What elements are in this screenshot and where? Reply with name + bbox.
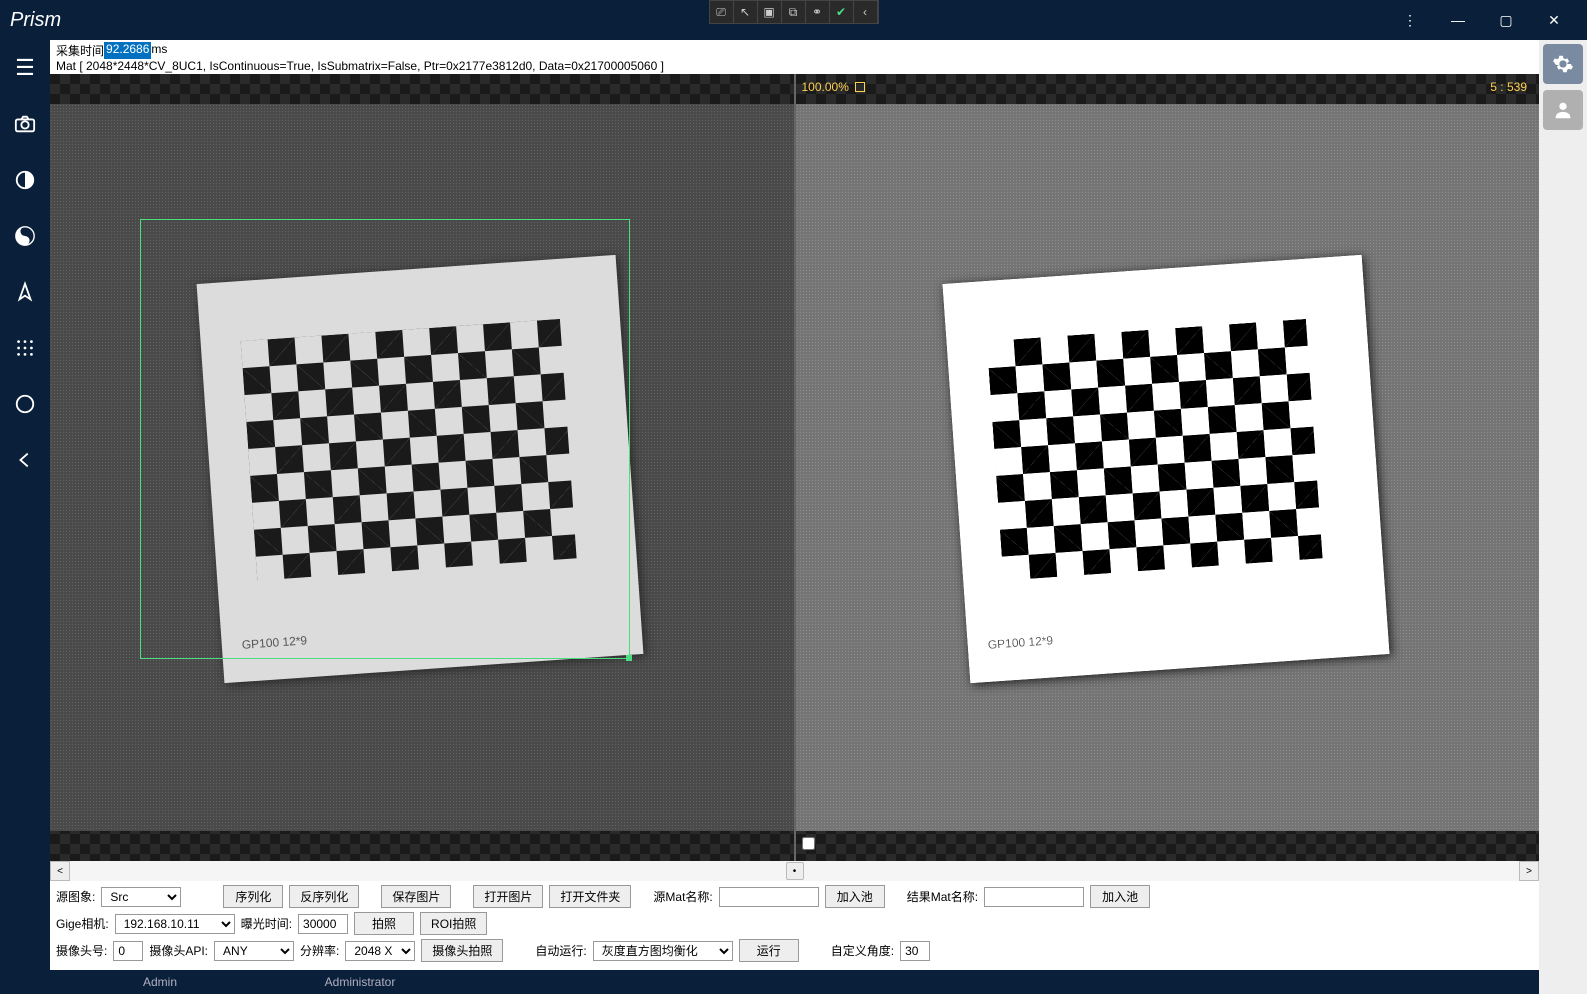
control-row-1: 源图象: Src 序列化 反序列化 保存图片 打开图片 打开文件夹 源Mat名称… (56, 885, 1533, 908)
link-icon[interactable]: ⚭ (806, 1, 830, 23)
open-image-button[interactable]: 打开图片 (473, 885, 543, 908)
capture-time-unit: ms (151, 42, 167, 59)
scrollbar-row: < • > (50, 861, 1539, 881)
src-mat-input[interactable] (719, 887, 819, 907)
coord-overlay: 5 : 539 (1490, 80, 1527, 94)
capture-time-label: 采集时间 (56, 42, 104, 59)
screen-record-icon[interactable]: ⎚ (710, 1, 734, 23)
auto-run-select[interactable]: 灰度直方图均衡化 (593, 941, 733, 961)
crop-icon[interactable]: ⧉ (782, 1, 806, 23)
capture-button[interactable]: 拍照 (354, 912, 414, 935)
open-folder-button[interactable]: 打开文件夹 (549, 885, 631, 908)
serialize-button[interactable]: 序列化 (223, 885, 283, 908)
sidebar-left: ☰ (0, 40, 50, 994)
src-mat-label: 源Mat名称: (653, 888, 712, 905)
control-row-3: 摄像头号: 摄像头API: ANY 分辨率: 2048 X 1: 摄像头拍照 自… (56, 939, 1533, 962)
chevron-left-icon[interactable] (7, 442, 43, 478)
yin-yang-icon[interactable] (7, 218, 43, 254)
app-title: Prism (10, 9, 61, 32)
result-mat-input[interactable] (984, 887, 1084, 907)
camera-id-label: 摄像头号: (56, 942, 107, 959)
more-button[interactable]: ⋮ (1387, 4, 1433, 36)
viewer-area: GP100 12*9 100.00% 5 : 539 (50, 74, 1539, 861)
user-button[interactable] (1543, 90, 1583, 130)
roi-rectangle[interactable] (140, 219, 630, 659)
fit-icon[interactable] (855, 82, 865, 92)
menu-icon[interactable]: ☰ (7, 50, 43, 86)
controls-panel: 源图象: Src 序列化 反序列化 保存图片 打开图片 打开文件夹 源Mat名称… (50, 881, 1539, 970)
zoom-overlay: 100.00% (802, 80, 865, 94)
circle-icon[interactable] (7, 386, 43, 422)
content-area: 采集时间 92.2686 ms Mat [ 2048*2448*CV_8UC1,… (50, 40, 1539, 994)
resolution-select[interactable]: 2048 X 1: (345, 941, 415, 961)
scroll-dot[interactable]: • (786, 862, 804, 880)
custom-angle-input[interactable] (900, 941, 930, 961)
gige-camera-label: Gige相机: (56, 915, 109, 932)
calibration-sheet-right: GP100 12*9 (942, 255, 1389, 683)
sheet-label-right: GP100 12*9 (987, 633, 1053, 652)
chevron-left-small-icon[interactable]: ‹ (854, 1, 878, 23)
result-mat-label: 结果Mat名称: (907, 888, 978, 905)
pane-checkbox[interactable] (802, 837, 815, 855)
dot-matrix-icon[interactable] (7, 330, 43, 366)
close-button[interactable]: ✕ (1531, 4, 1577, 36)
gige-camera-select[interactable]: 192.168.10.11 (115, 914, 235, 934)
sidebar-right (1539, 40, 1587, 994)
custom-angle-label: 自定义角度: (831, 942, 894, 959)
camera-capture-button[interactable]: 摄像头拍照 (421, 939, 503, 962)
save-image-button[interactable]: 保存图片 (381, 885, 451, 908)
calib-grid-right (986, 319, 1322, 581)
fullscreen-icon[interactable]: ▣ (758, 1, 782, 23)
zoom-percent: 100.00% (802, 80, 849, 94)
titlebar-center-tools: ⎚ ↖ ▣ ⧉ ⚭ ✔ ‹ (709, 0, 879, 24)
scene-right: GP100 12*9 (796, 104, 1540, 831)
status-user: Admin (60, 975, 260, 989)
status-role: Administrator (260, 975, 460, 989)
mat-info-text: Mat [ 2048*2448*CV_8UC1, IsContinuous=Tr… (56, 59, 1533, 73)
camera-api-label: 摄像头API: (149, 942, 208, 959)
camera-icon[interactable] (7, 106, 43, 142)
auto-run-label: 自动运行: (535, 942, 586, 959)
scroll-right-button[interactable]: > (1519, 861, 1539, 881)
add-pool-button-1[interactable]: 加入池 (825, 885, 885, 908)
minimize-button[interactable]: — (1435, 4, 1481, 36)
roi-capture-button[interactable]: ROI拍照 (420, 912, 487, 935)
viewer-pane-right[interactable]: 100.00% 5 : 539 GP100 12*9 (796, 74, 1540, 861)
exposure-input[interactable] (298, 914, 348, 934)
status-bar: Admin Administrator (50, 970, 1539, 994)
source-image-select[interactable]: Src (101, 887, 181, 907)
pointer-icon[interactable]: ↖ (734, 1, 758, 23)
check-icon[interactable]: ✔ (830, 1, 854, 23)
scroll-track[interactable]: • (70, 861, 1519, 881)
settings-button[interactable] (1543, 44, 1583, 84)
pane-checkbox-input[interactable] (802, 837, 815, 850)
camera-api-select[interactable]: ANY (214, 941, 294, 961)
source-image-label: 源图象: (56, 888, 95, 905)
run-button[interactable]: 运行 (739, 939, 799, 962)
capture-time-value: 92.2686 (104, 42, 151, 59)
window-controls: ⋮ — ▢ ✕ (1387, 4, 1577, 36)
resolution-label: 分辨率: (300, 942, 339, 959)
roi-resize-handle[interactable] (626, 655, 632, 661)
maximize-button[interactable]: ▢ (1483, 4, 1529, 36)
info-bar: 采集时间 92.2686 ms Mat [ 2048*2448*CV_8UC1,… (50, 40, 1539, 74)
scroll-left-button[interactable]: < (50, 861, 70, 881)
exposure-label: 曝光时间: (241, 915, 292, 932)
compass-icon[interactable] (7, 274, 43, 310)
viewer-pane-left[interactable]: GP100 12*9 (50, 74, 796, 861)
camera-id-input[interactable] (113, 941, 143, 961)
add-pool-button-2[interactable]: 加入池 (1090, 885, 1150, 908)
contrast-icon[interactable] (7, 162, 43, 198)
title-bar: Prism ⎚ ↖ ▣ ⧉ ⚭ ✔ ‹ ⋮ — ▢ ✕ (0, 0, 1587, 40)
deserialize-button[interactable]: 反序列化 (289, 885, 359, 908)
control-row-2: Gige相机: 192.168.10.11 曝光时间: 拍照 ROI拍照 (56, 912, 1533, 935)
